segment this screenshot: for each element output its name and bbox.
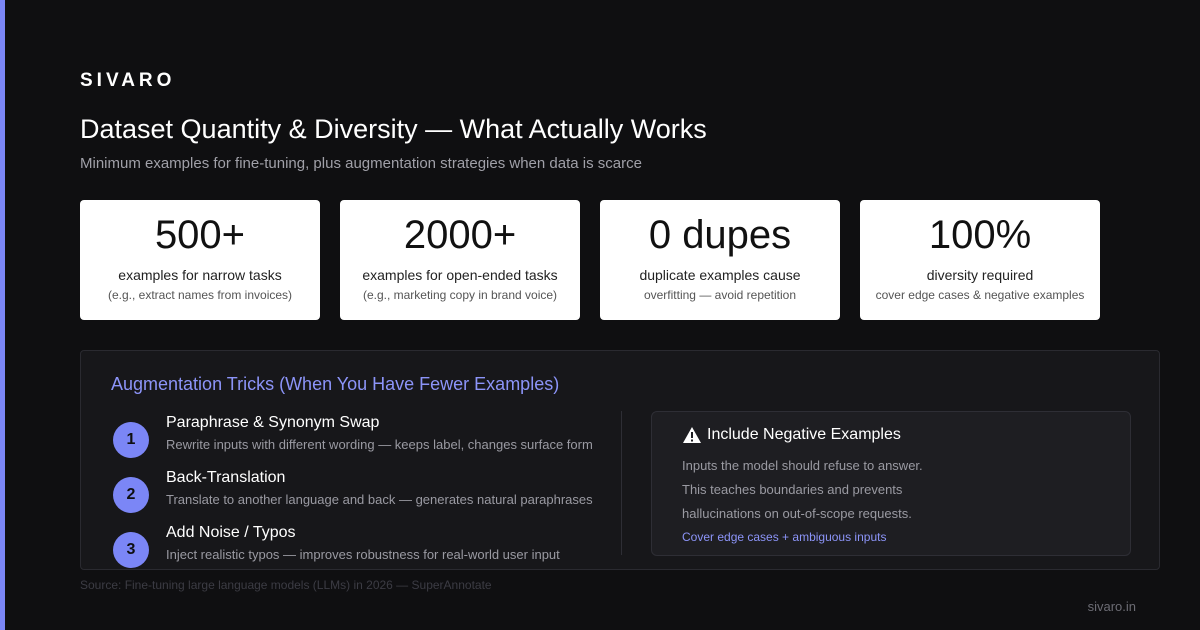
negative-text-line: Inputs the model should refuse to answer…	[682, 458, 923, 473]
step-number-badge: 2	[113, 477, 149, 513]
page-subtitle: Minimum examples for fine-tuning, plus a…	[80, 155, 642, 172]
stat-label: diversity required	[926, 267, 1034, 283]
stat-label: examples for open-ended tasks	[362, 267, 558, 283]
negative-examples-link: Cover edge cases + ambiguous inputs	[682, 530, 887, 544]
trick-description: Translate to another language and back —…	[166, 492, 593, 507]
stat-value: 2000+	[403, 213, 517, 257]
vertical-divider	[621, 411, 622, 555]
trick-item-paraphrase: 1 Paraphrase & Synonym Swap Rewrite inpu…	[111, 414, 631, 464]
page-title: Dataset Quantity & Diversity — What Actu…	[80, 114, 707, 144]
source-citation: Source: Fine-tuning large language model…	[80, 578, 492, 592]
stat-label: examples for narrow tasks	[118, 267, 282, 283]
stat-value: 100%	[928, 213, 1032, 257]
trick-title: Add Noise / Typos	[166, 524, 296, 541]
stat-card-dupes: 0 dupes duplicate examples cause overfit…	[600, 200, 840, 320]
stat-card-diversity: 100% diversity required cover edge cases…	[860, 200, 1100, 320]
trick-item-back-translation: 2 Back-Translation Translate to another …	[111, 469, 631, 519]
negative-examples-heading: Include Negative Examples	[682, 426, 901, 444]
augmentation-title: Augmentation Tricks (When You Have Fewer…	[111, 374, 560, 394]
trick-description: Rewrite inputs with different wording — …	[166, 437, 593, 452]
stat-value: 0 dupes	[648, 213, 792, 257]
footer-url: sivaro.in	[1087, 599, 1136, 614]
brand-logo: SIVARO	[80, 70, 176, 91]
step-number-badge: 1	[113, 422, 149, 458]
stat-sub: overfitting — avoid repetition	[643, 288, 797, 302]
accent-bar	[0, 0, 5, 630]
stat-card-narrow: 500+ examples for narrow tasks (e.g., ex…	[80, 200, 320, 320]
negative-examples-title: Include Negative Examples	[707, 426, 901, 443]
augmentation-panel: Augmentation Tricks (When You Have Fewer…	[80, 350, 1160, 570]
trick-title: Back-Translation	[166, 469, 286, 486]
stat-value: 500+	[154, 213, 246, 257]
trick-description: Inject realistic typos — improves robust…	[166, 547, 560, 562]
step-number-badge: 3	[113, 532, 149, 568]
negative-text-line: This teaches boundaries and prevents	[682, 482, 903, 497]
stats-row: 500+ examples for narrow tasks (e.g., ex…	[80, 200, 1100, 320]
stat-sub: (e.g., marketing copy in brand voice)	[362, 288, 558, 302]
stat-label: duplicate examples cause	[639, 267, 801, 283]
trick-title: Paraphrase & Synonym Swap	[166, 414, 380, 431]
stat-sub: (e.g., extract names from invoices)	[107, 288, 293, 302]
stat-sub: cover edge cases & negative examples	[875, 288, 1085, 302]
negative-examples-callout: Include Negative Examples Inputs the mod…	[651, 411, 1131, 556]
negative-text-line: hallucinations on out-of-scope requests.	[682, 506, 912, 521]
trick-item-noise: 3 Add Noise / Typos Inject realistic typ…	[111, 524, 631, 574]
warning-icon	[683, 427, 701, 443]
stat-card-open-ended: 2000+ examples for open-ended tasks (e.g…	[340, 200, 580, 320]
